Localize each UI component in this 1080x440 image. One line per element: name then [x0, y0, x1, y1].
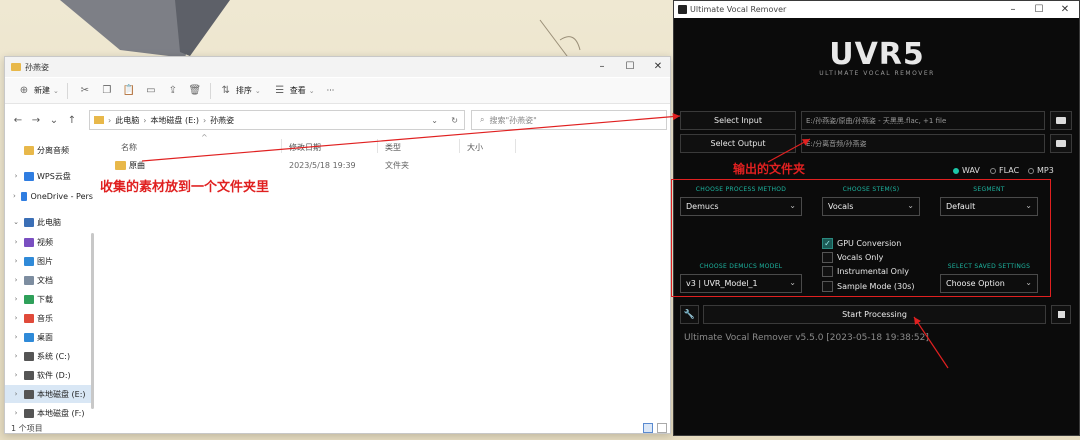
annotation-arrows [141, 113, 949, 369]
arrow-to-output [767, 138, 811, 163]
arrow-to-input [141, 113, 681, 162]
arrow-to-start [913, 316, 949, 369]
